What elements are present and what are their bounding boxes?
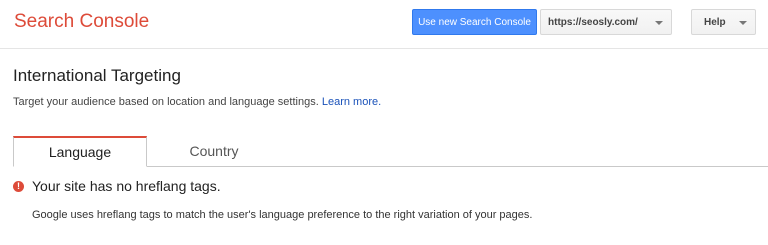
- hreflang-description: Google uses hreflang tags to match the u…: [32, 209, 533, 221]
- tab-bar: Language Country: [13, 136, 768, 167]
- chevron-down-icon: [655, 21, 663, 25]
- hreflang-alert-message: Your site has no hreflang tags.: [32, 178, 221, 194]
- error-icon: !: [13, 181, 24, 192]
- learn-more-link[interactable]: Learn more.: [322, 96, 381, 108]
- chevron-down-icon: [739, 21, 747, 25]
- use-new-search-console-button[interactable]: Use new Search Console: [412, 9, 537, 35]
- tab-language[interactable]: Language: [13, 136, 147, 167]
- site-selector-dropdown[interactable]: https://seosly.com/: [540, 9, 672, 35]
- help-dropdown[interactable]: Help: [691, 9, 756, 35]
- site-selector-value: https://seosly.com/: [548, 16, 638, 28]
- help-label: Help: [704, 16, 726, 28]
- page-title: International Targeting: [13, 66, 181, 85]
- tab-country[interactable]: Country: [147, 136, 281, 166]
- search-console-logo[interactable]: Search Console: [14, 11, 149, 33]
- top-bar: Search Console Use new Search Console ht…: [0, 0, 768, 49]
- subtitle-text: Target your audience based on location a…: [13, 96, 319, 108]
- page-subtitle: Target your audience based on location a…: [13, 96, 381, 108]
